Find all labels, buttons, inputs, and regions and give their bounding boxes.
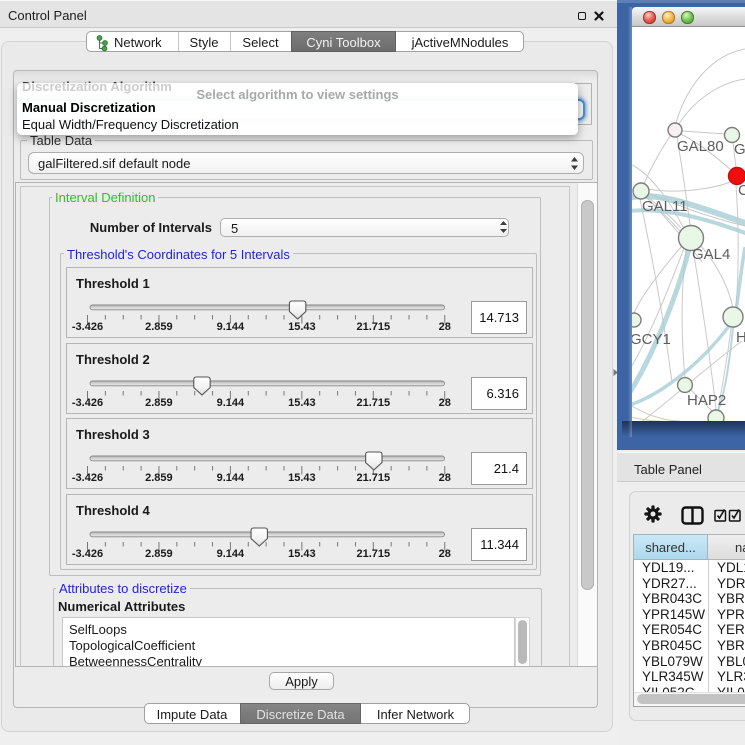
svg-text:GA: GA [734,141,745,158]
svg-text:C: C [738,182,745,199]
svg-text:GAL11: GAL11 [642,198,688,215]
svg-text:HAP2: HAP2 [687,392,726,409]
svg-text:GAL4: GAL4 [692,246,730,263]
svg-text:GAL80: GAL80 [677,138,724,155]
svg-text:GCY1: GCY1 [632,331,671,348]
svg-text:H: H [736,329,745,346]
